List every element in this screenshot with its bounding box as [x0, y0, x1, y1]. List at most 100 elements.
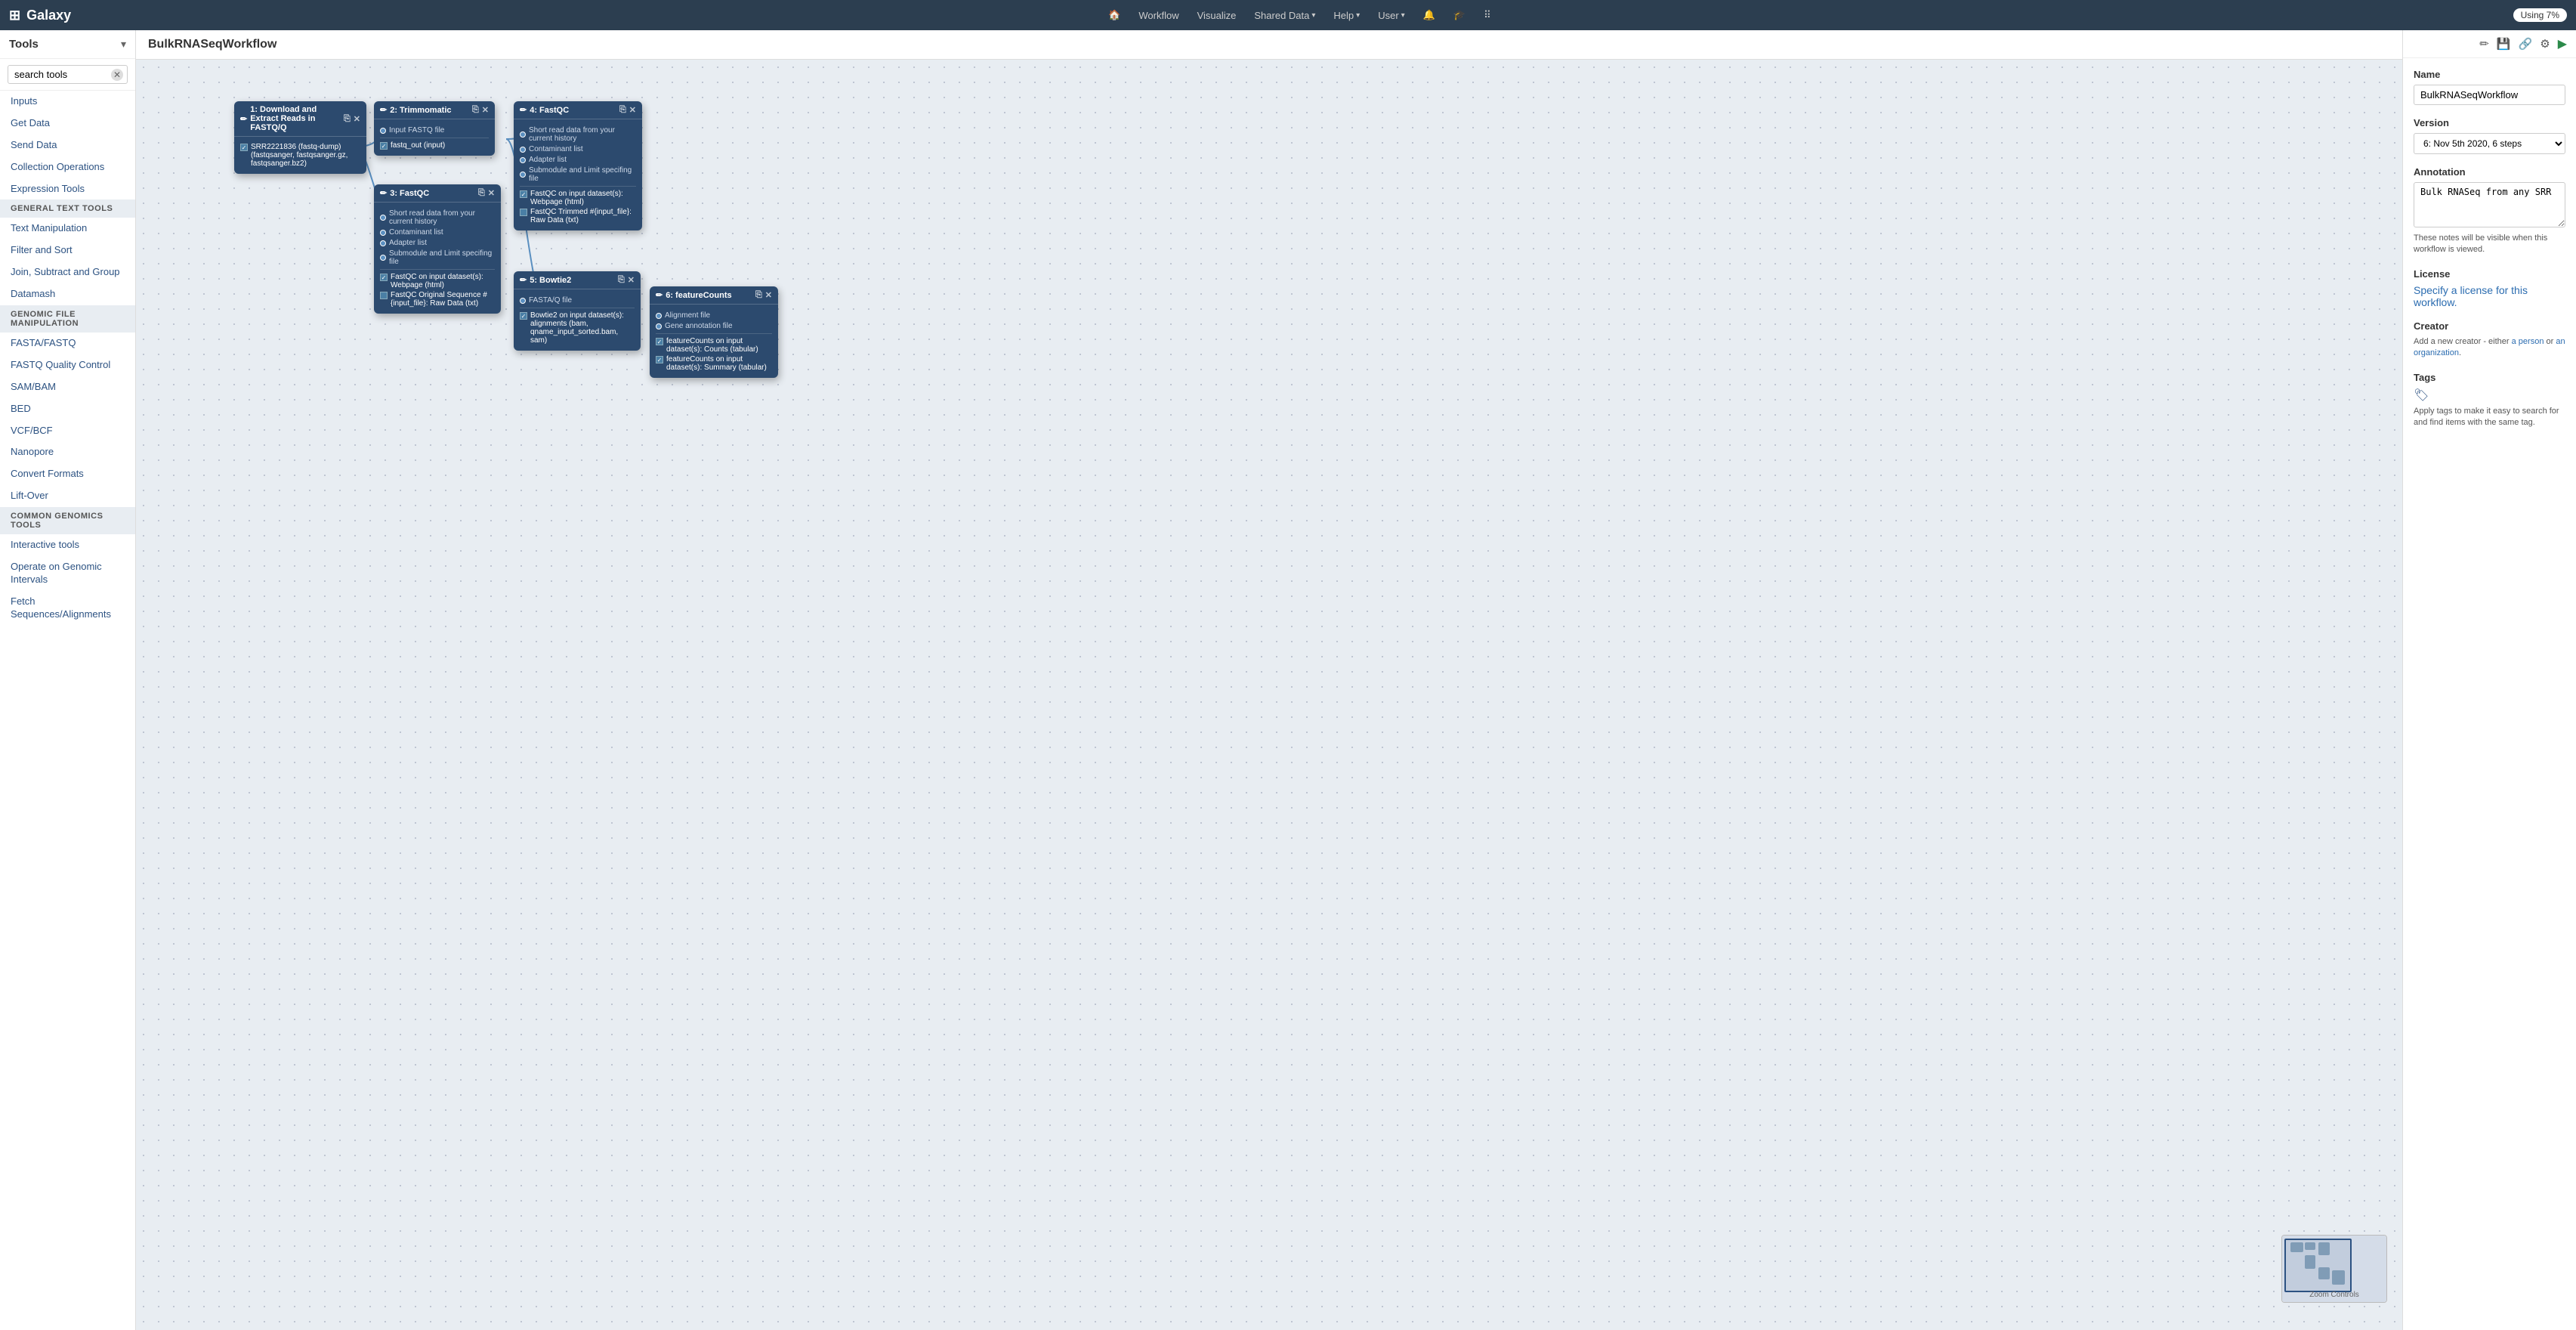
- nav-shared-data[interactable]: Shared Data ▾: [1246, 7, 1323, 24]
- workflow-node-4[interactable]: ✏ 4: FastQC ⎘ ✕ Short read data from you…: [514, 101, 642, 230]
- sidebar-item-nanopore[interactable]: Nanopore: [0, 441, 135, 463]
- node3-close-icon[interactable]: ✕: [488, 188, 495, 198]
- top-navigation: ⊞ Galaxy 🏠 Workflow Visualize Shared Dat…: [0, 0, 2576, 30]
- sidebar-item-text-manip[interactable]: Text Manipulation: [0, 218, 135, 240]
- nav-apps[interactable]: ⠿: [1476, 6, 1499, 24]
- node1-close-icon[interactable]: ✕: [354, 114, 360, 124]
- sidebar-item-get-data[interactable]: Get Data: [0, 113, 135, 135]
- sidebar-item-lift-over[interactable]: Lift-Over: [0, 485, 135, 507]
- nav-notifications[interactable]: 🔔: [1416, 6, 1443, 24]
- sidebar-item-datamash[interactable]: Datamash: [0, 283, 135, 305]
- node3-output-1: ✓ FastQC on input dataset(s): Webpage (h…: [380, 273, 495, 289]
- workflow-node-5[interactable]: ✏ 5: Bowtie2 ⎘ ✕ FASTA/Q file ✓: [514, 271, 641, 351]
- sidebar-item-expression-tools[interactable]: Expression Tools: [0, 178, 135, 200]
- node4-input-2: Contaminant list: [520, 145, 636, 153]
- canvas-header: BulkRNASeqWorkflow: [136, 30, 2402, 60]
- node6-title: 6: featureCounts: [666, 291, 731, 300]
- license-link[interactable]: Specify a license for this workflow.: [2414, 284, 2528, 308]
- sidebar-item-convert-formats[interactable]: Convert Formats: [0, 463, 135, 485]
- node6-divider: [656, 333, 772, 334]
- annotation-section: Annotation Bulk RNASeq from any SRR Thes…: [2414, 166, 2565, 256]
- run-icon[interactable]: ▶: [2558, 36, 2567, 51]
- workflow-node-3[interactable]: ✏ 3: FastQC ⎘ ✕ Short read data from you…: [374, 184, 501, 314]
- app-logo[interactable]: ⊞ Galaxy: [9, 8, 71, 23]
- node4-copy-icon[interactable]: ⎘: [619, 105, 626, 115]
- app-name: Galaxy: [26, 8, 71, 23]
- edit-icon[interactable]: ✏: [2479, 37, 2489, 51]
- creator-person-link[interactable]: a person: [2512, 337, 2544, 346]
- version-select[interactable]: 6: Nov 5th 2020, 6 steps: [2414, 133, 2565, 154]
- node3-header: ✏ 3: FastQC ⎘ ✕: [374, 184, 501, 203]
- pencil-icon-4: ✏: [520, 105, 527, 115]
- sidebar-collapse-icon[interactable]: ▾: [121, 38, 126, 51]
- node6-cb2: ✓: [656, 356, 663, 363]
- search-input[interactable]: [8, 65, 128, 84]
- node3-port-1: [380, 215, 386, 221]
- node4-close-icon[interactable]: ✕: [629, 105, 636, 115]
- creator-section: Creator Add a new creator - either a per…: [2414, 320, 2565, 360]
- sidebar-item-bed[interactable]: BED: [0, 398, 135, 420]
- nav-user[interactable]: User ▾: [1370, 7, 1412, 24]
- canvas-content[interactable]: ✏ 1: Download and Extract Reads in FASTQ…: [136, 60, 2402, 1325]
- node4-port-1: [520, 131, 526, 138]
- workflow-node-6[interactable]: ✏ 6: featureCounts ⎘ ✕ Alignment file: [650, 286, 778, 378]
- node4-input-4: Submodule and Limit specifing file: [520, 166, 636, 183]
- sidebar-item-fetch-seq[interactable]: Fetch Sequences/Alignments: [0, 591, 135, 626]
- search-clear-button[interactable]: ✕: [111, 69, 123, 81]
- sidebar-item-vcf-bcf[interactable]: VCF/BCF: [0, 420, 135, 442]
- node6-close-icon[interactable]: ✕: [765, 290, 772, 300]
- link-icon[interactable]: 🔗: [2519, 37, 2533, 51]
- canvas-title: BulkRNASeqWorkflow: [148, 38, 276, 51]
- node6-copy-icon[interactable]: ⎘: [755, 290, 762, 300]
- minimap[interactable]: Zoom Controls: [2281, 1235, 2387, 1303]
- node4-port-3: [520, 157, 526, 163]
- sidebar-item-sam-bam[interactable]: SAM/BAM: [0, 376, 135, 398]
- save-icon[interactable]: 💾: [2497, 37, 2511, 51]
- sidebar-item-collection-ops[interactable]: Collection Operations: [0, 156, 135, 178]
- workflow-node-2[interactable]: ✏ 2: Trimmomatic ⎘ ✕ Input FASTQ file: [374, 101, 495, 156]
- node3-port-3: [380, 240, 386, 246]
- nav-tutorials[interactable]: 🎓: [1446, 6, 1473, 24]
- sidebar-item-interactive-tools[interactable]: Interactive tools: [0, 534, 135, 556]
- sidebar-title: Tools: [9, 38, 39, 51]
- right-panel: ✏ 💾 🔗 ⚙ ▶ Name Version 6: Nov 5th 2020, …: [2402, 30, 2576, 1330]
- creator-helper: Add a new creator - either a person or a…: [2414, 336, 2565, 360]
- settings-icon[interactable]: ⚙: [2540, 37, 2550, 51]
- pencil-icon: ✏: [240, 114, 247, 124]
- nav-workflow[interactable]: Workflow: [1131, 7, 1186, 24]
- pencil-icon-6: ✏: [656, 290, 663, 300]
- node3-icons: ⎘ ✕: [478, 188, 495, 198]
- sidebar-item-inputs[interactable]: Inputs: [0, 91, 135, 113]
- grid-icon: ⊞: [9, 8, 20, 23]
- name-input[interactable]: [2414, 85, 2565, 105]
- sidebar-item-fasta-fastq[interactable]: FASTA/FASTQ: [0, 332, 135, 354]
- version-section: Version 6: Nov 5th 2020, 6 steps: [2414, 117, 2565, 154]
- node5-close-icon[interactable]: ✕: [628, 275, 635, 285]
- nav-links: 🏠 Workflow Visualize Shared Data ▾ Help …: [86, 6, 2513, 24]
- nav-visualize[interactable]: Visualize: [1190, 7, 1244, 24]
- sidebar-item-genomic-intervals[interactable]: Operate on Genomic Intervals: [0, 556, 135, 591]
- node2-close-icon[interactable]: ✕: [482, 105, 489, 115]
- sidebar-item-filter-sort[interactable]: Filter and Sort: [0, 240, 135, 261]
- node3-input-1: Short read data from your current histor…: [380, 209, 495, 226]
- annotation-textarea[interactable]: Bulk RNASeq from any SRR: [2414, 182, 2565, 227]
- node6-output-2: ✓ featureCounts on input dataset(s): Sum…: [656, 355, 772, 372]
- node1-body: ✓ SRR2221836 (fastq-dump) (fastqsanger, …: [234, 137, 366, 174]
- pencil-icon-2: ✏: [380, 105, 387, 115]
- node5-icons: ⎘ ✕: [618, 275, 635, 285]
- nav-help[interactable]: Help ▾: [1326, 7, 1367, 24]
- nav-home[interactable]: 🏠: [1101, 6, 1128, 24]
- node5-title: 5: Bowtie2: [530, 276, 571, 285]
- sidebar-item-fastq-qc[interactable]: FASTQ Quality Control: [0, 354, 135, 376]
- node2-copy-icon[interactable]: ⎘: [472, 105, 479, 115]
- node3-cb1: ✓: [380, 274, 388, 281]
- node5-port-1: [520, 298, 526, 304]
- sidebar-item-join-subtract[interactable]: Join, Subtract and Group: [0, 261, 135, 283]
- creator-label: Creator: [2414, 320, 2565, 332]
- sidebar-item-send-data[interactable]: Send Data: [0, 135, 135, 156]
- node1-copy-icon[interactable]: ⎘: [344, 114, 351, 124]
- workflow-node-1[interactable]: ✏ 1: Download and Extract Reads in FASTQ…: [234, 101, 366, 174]
- node3-copy-icon[interactable]: ⎘: [478, 188, 485, 198]
- node5-copy-icon[interactable]: ⎘: [618, 275, 625, 285]
- node4-output-2: FastQC Trimmed #{input_file}: Raw Data (…: [520, 208, 636, 224]
